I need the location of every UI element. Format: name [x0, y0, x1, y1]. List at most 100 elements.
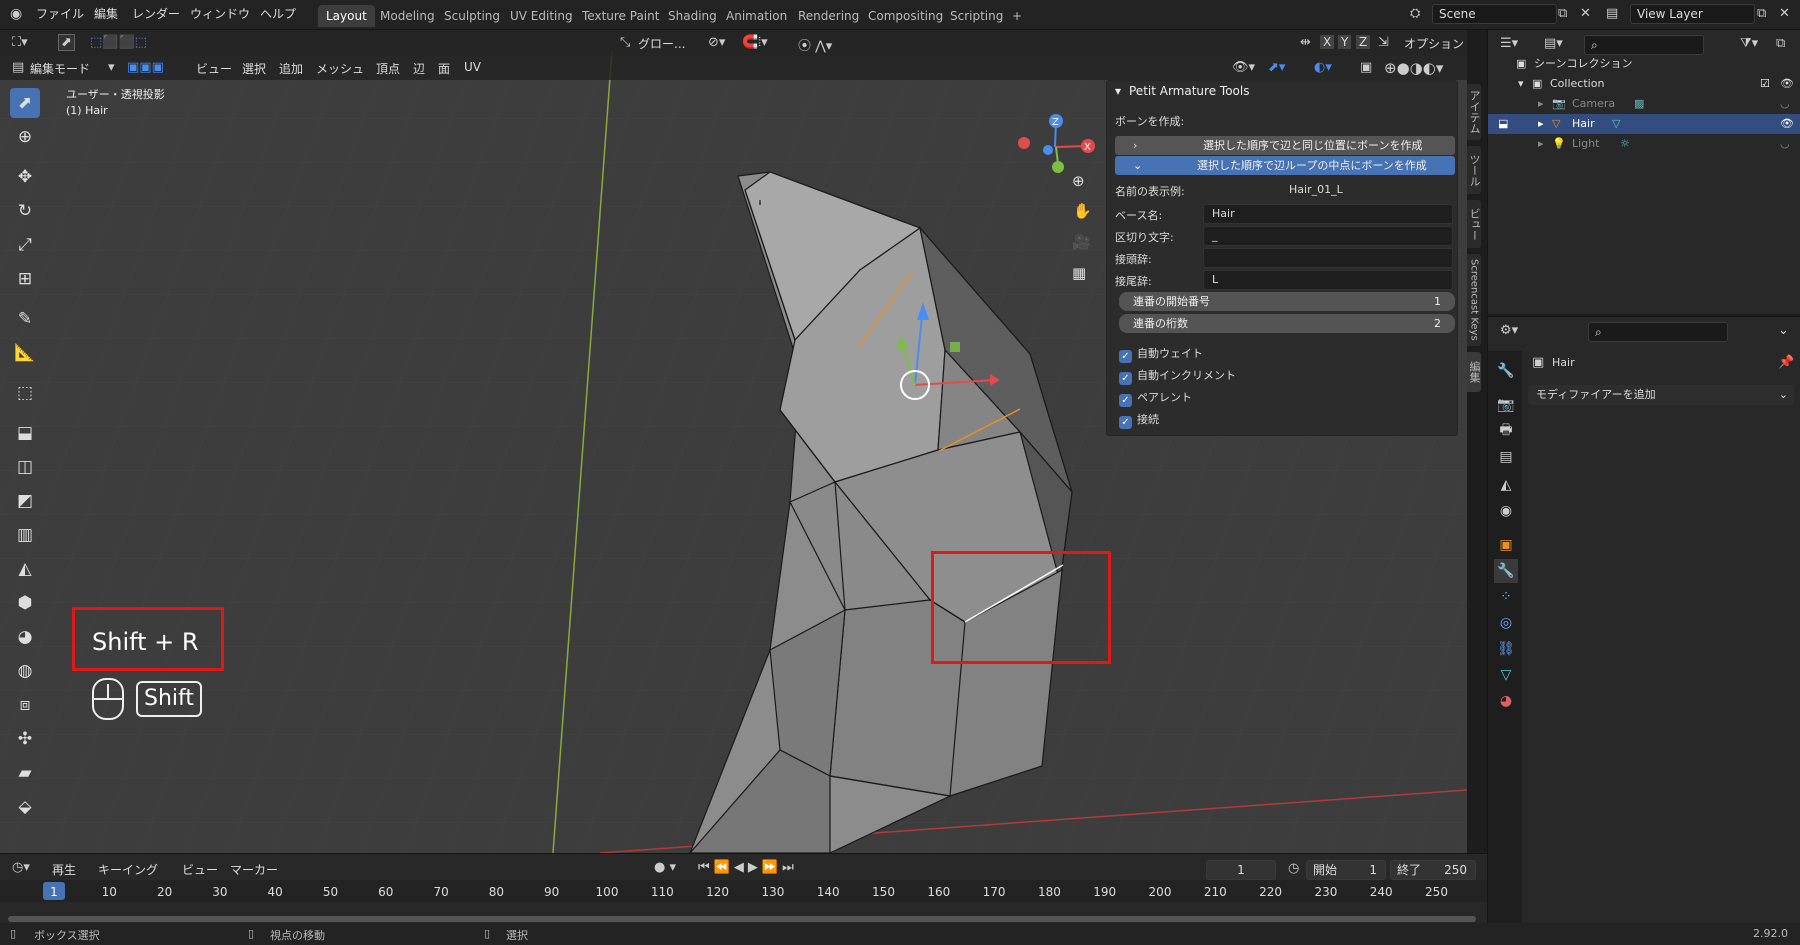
auto-merge-icon[interactable]: ⇲ — [1378, 35, 1389, 50]
ortho-grid-icon[interactable]: ▦ — [1072, 264, 1086, 282]
base-name-field[interactable]: Hair — [1203, 204, 1453, 224]
prefix-field[interactable] — [1203, 248, 1453, 268]
overlay-toggle-icon[interactable]: ◐▾ — [1314, 60, 1332, 75]
options-dropdown[interactable]: オプション — [1404, 35, 1464, 52]
timeline-scrollbar[interactable] — [8, 916, 1476, 922]
expand-icon[interactable]: ▸ — [1538, 134, 1544, 154]
outliner-type-icon[interactable]: ☰▾ — [1500, 36, 1518, 51]
scale-tool-icon[interactable]: ⤢ — [10, 230, 40, 260]
scene-field[interactable]: Scene — [1432, 4, 1557, 24]
suffix-field[interactable]: L — [1203, 270, 1453, 290]
connect-checkbox[interactable]: ✓ 接続 — [1119, 411, 1159, 429]
object-props-icon[interactable]: ▣ — [1494, 533, 1518, 557]
current-frame-field[interactable]: 1 — [1206, 860, 1276, 880]
tool-props-icon[interactable]: 🔧 — [1494, 359, 1518, 383]
menu-add[interactable]: 追加 — [279, 60, 303, 77]
camera-view-icon[interactable]: 🎥 — [1072, 233, 1091, 251]
menu-file[interactable]: ファイル — [36, 5, 84, 22]
new-collection-icon[interactable]: ⧉ — [1776, 36, 1785, 51]
constraint-props-icon[interactable]: ⛓ — [1494, 637, 1518, 661]
zoom-icon[interactable]: ⊕ — [1072, 172, 1085, 190]
tab-rendering[interactable]: Rendering — [790, 5, 867, 27]
snap-icon[interactable]: 🧲⦙▾ — [742, 35, 768, 50]
start-number-slider[interactable]: 連番の開始番号 1 — [1119, 292, 1455, 311]
tab-texture-paint[interactable]: Texture Paint — [574, 5, 667, 27]
poly-build-tool-icon[interactable]: ⬢ — [10, 588, 40, 618]
auto-weight-checkbox[interactable]: ✓ 自動ウェイト — [1119, 345, 1203, 363]
mirror-z-toggle[interactable]: Z — [1356, 35, 1371, 49]
expand-icon[interactable]: ▸ — [1538, 114, 1544, 134]
render-props-icon[interactable]: 📷 — [1494, 393, 1518, 417]
menu-render[interactable]: レンダー — [132, 5, 180, 22]
new-scene-icon[interactable]: ⧉ — [1558, 6, 1567, 21]
chevron-down-icon[interactable]: ⌄ — [1778, 323, 1789, 338]
checkbox-icon[interactable]: ☑ — [1760, 74, 1770, 94]
tab-layout[interactable]: Layout — [318, 5, 375, 27]
shading-modes-icon[interactable]: ⊕●◑◐▾ — [1384, 59, 1443, 77]
properties-type-icon[interactable]: ⚙▾ — [1500, 323, 1518, 338]
delete-scene-icon[interactable]: ✕ — [1580, 6, 1591, 21]
filter-icon[interactable]: ⧩▾ — [1740, 36, 1758, 51]
parent-checkbox[interactable]: ✓ ペアレント — [1119, 389, 1192, 407]
outliner-item-camera[interactable]: ▸ 📷 Camera ▩ ◡ — [1488, 94, 1800, 114]
start-frame-field[interactable]: 開始 1 — [1306, 860, 1386, 880]
menu-select[interactable]: 選択 — [242, 60, 266, 77]
auto-increment-checkbox[interactable]: ✓ 自動インクリメント — [1119, 367, 1236, 385]
mode-dropdown[interactable]: 編集モード — [30, 60, 90, 77]
tab-modeling[interactable]: Modeling — [372, 5, 443, 27]
pin-icon[interactable]: 📌 — [1778, 355, 1794, 370]
eye-icon[interactable]: 👁 — [1780, 74, 1794, 94]
display-mode-icon[interactable]: ▤▾ — [1544, 36, 1563, 51]
gizmo-toggle-icon[interactable]: ⬈▾ — [1268, 60, 1285, 75]
loop-cut-tool-icon[interactable]: ▥ — [10, 520, 40, 550]
menu-help[interactable]: ヘルプ — [260, 5, 296, 22]
digits-slider[interactable]: 連番の桁数 2 — [1119, 314, 1455, 333]
transform-orientation-dropdown[interactable]: グロー... — [638, 35, 685, 52]
tab-sculpting[interactable]: Sculpting — [436, 5, 508, 27]
select-box-tool-icon[interactable]: ⬈ — [10, 88, 40, 118]
outliner-item-light[interactable]: ▸ 💡 Light ☼ ◡ — [1488, 134, 1800, 154]
bevel-tool-icon[interactable]: ◩ — [10, 486, 40, 516]
menu-uv[interactable]: UV — [464, 60, 481, 74]
mirror-x-toggle[interactable]: X — [1320, 35, 1335, 49]
smooth-tool-icon[interactable]: ◍ — [10, 656, 40, 686]
menu-window[interactable]: ウィンドウ — [190, 5, 250, 22]
menu-timeline-view[interactable]: ビュー — [182, 861, 218, 878]
scene-collection-row[interactable]: ▣ シーンコレクション — [1488, 54, 1800, 74]
view-layer-props-icon[interactable]: ▤ — [1494, 445, 1518, 469]
delete-view-layer-icon[interactable]: ✕ — [1779, 6, 1790, 21]
scene-props-icon[interactable]: ◭ — [1494, 473, 1518, 497]
clock-icon[interactable]: ◷ — [1288, 861, 1299, 876]
select-tool-icon[interactable]: ⬈ — [58, 34, 75, 51]
menu-view[interactable]: ビュー — [196, 60, 232, 77]
select-box-mode-icon[interactable]: ⬚⬛⬛⬚ — [90, 35, 147, 50]
menu-keying[interactable]: キーイング — [98, 861, 158, 878]
create-bone-loop-button[interactable]: ⌄ 選択した順序で辺ループの中点にボーンを作成 — [1115, 156, 1455, 175]
tab-tool[interactable]: ツール — [1467, 146, 1481, 194]
inset-tool-icon[interactable]: ◫ — [10, 452, 40, 482]
eye-icon[interactable]: 👁 — [1780, 114, 1794, 134]
new-view-layer-icon[interactable]: ⧉ — [1757, 6, 1766, 21]
panel-collapse-icon[interactable]: ▾ — [1115, 84, 1121, 98]
blender-logo-icon[interactable]: ◉ — [10, 6, 22, 22]
transform-tool-icon[interactable]: ⊞ — [10, 264, 40, 294]
eye-closed-icon[interactable]: ◡ — [1780, 134, 1790, 154]
tab-animation[interactable]: Animation — [718, 5, 795, 27]
view-layer-field[interactable]: View Layer — [1630, 4, 1755, 24]
move-tool-icon[interactable]: ✥ — [10, 162, 40, 192]
spin-tool-icon[interactable]: ◕ — [10, 622, 40, 652]
tab-item[interactable]: アイテム — [1467, 84, 1481, 140]
collection-row[interactable]: ▾ ▣ Collection ☑ 👁 — [1488, 74, 1800, 94]
proportional-icon[interactable]: ⦿ ⋀▾ — [798, 35, 832, 54]
menu-edge[interactable]: 辺 — [413, 60, 425, 77]
xray-icon[interactable]: ▣ — [1360, 60, 1372, 75]
end-frame-field[interactable]: 終了 250 — [1390, 860, 1476, 880]
material-props-icon[interactable]: ◕ — [1494, 689, 1518, 713]
menu-vertex[interactable]: 頂点 — [376, 60, 400, 77]
knife-tool-icon[interactable]: ◭ — [10, 554, 40, 584]
panel-title[interactable]: Petit Armature Tools — [1129, 84, 1249, 98]
data-props-icon[interactable]: ▽ — [1494, 663, 1518, 687]
select-mode-icons[interactable]: ▣▣▣ — [127, 60, 164, 75]
cursor-tool-icon[interactable]: ⊕ — [10, 122, 40, 152]
physics-props-icon[interactable]: ◎ — [1494, 611, 1518, 635]
